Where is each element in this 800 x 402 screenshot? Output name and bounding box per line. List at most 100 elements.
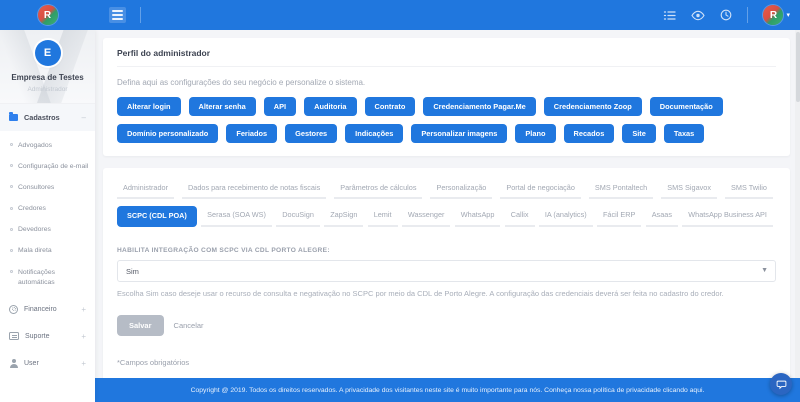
folder-icon [9,114,18,121]
profile-action-button[interactable]: Alterar senha [189,97,256,116]
eye-icon[interactable] [691,10,705,21]
company-name: Empresa de Testes [4,73,91,82]
tabs-row-1: Administrador Dados para recebimento de n… [117,179,776,206]
topbar-divider [747,7,748,23]
sidebar-subitem[interactable]: Devedores [0,220,95,241]
tab-whatsapp-business-api[interactable]: WhatsApp Business API [682,206,773,227]
scpc-select-wrap: Sim ▼ [117,260,776,282]
profile-action-button[interactable]: Domínio personalizado [117,124,218,143]
footer-bar: Copyright @ 2019. Todos os direitos rese… [95,378,800,402]
suporte-monitor-icon [9,332,19,340]
cadastros-submenu: Advogados Configuração de e-mailConsultor… [0,131,95,296]
profile-action-button[interactable]: Personalizar imagens [411,124,507,143]
tab-asaas[interactable]: Asaas [646,206,678,227]
scrollbar-thumb[interactable] [796,32,800,102]
bullet-icon [10,207,13,210]
profile-action-button[interactable]: Feriados [226,124,277,143]
tabs-row-2: SCPC (CDL POA)Serasa (SOA WS)DocuSignZap… [117,206,776,234]
tab-docusign[interactable]: DocuSign [276,206,320,227]
sidebar-subitem[interactable]: Mala direta [0,241,95,262]
sidebar-item-user[interactable]: User + [0,350,95,377]
bullet-icon [10,164,13,167]
top-bar: R R ▾ [0,0,800,30]
profile-action-button[interactable]: API [264,97,296,116]
settings-card: Administrador Dados para recebimento de n… [103,168,790,378]
tab-f-cil-erp[interactable]: Fácil ERP [597,206,641,227]
tab-administrador[interactable]: Administrador [117,179,174,199]
sidebar-item-label: User [24,360,39,367]
hamburger-icon[interactable] [109,7,126,22]
expand-indicator: + [81,359,86,368]
chat-widget-button[interactable] [770,373,792,395]
tab-serasa-soa-ws[interactable]: Serasa (SOA WS) [201,206,272,227]
save-button[interactable]: Salvar [117,315,164,336]
tab-callix[interactable]: Callix [505,206,535,227]
sidebar-item-suporte[interactable]: Suporte + [0,323,95,350]
profile-action-button[interactable]: Documentação [650,97,723,116]
company-avatar: E [35,40,61,66]
profile-action-button[interactable]: Alterar login [117,97,181,116]
tab-sms-twilio[interactable]: SMS Twilio [725,179,773,199]
user-menu[interactable]: R ▾ [763,5,790,25]
sidebar-subitem[interactable]: Advogados [0,135,95,156]
profile-action-button[interactable]: Credenciamento Pagar.Me [423,97,535,116]
sidebar-subitem-label: Devedores [18,225,51,235]
cancel-button[interactable]: Cancelar [174,321,204,330]
brand-logo-icon[interactable]: R [38,5,58,25]
tab-wassenger[interactable]: Wassenger [402,206,451,227]
scpc-enable-select[interactable]: Sim [117,260,776,282]
sidebar-profile: E Empresa de Testes Administrador [0,30,95,104]
profile-action-button[interactable]: Taxas [664,124,704,143]
field-helper-text: Escolha Sim caso deseje usar o recurso d… [117,289,776,298]
collapse-indicator: – [82,113,86,122]
bullet-icon [10,143,13,146]
expand-indicator: + [81,305,86,314]
copyright-text: Copyright @ 2019. Todos os direitos rese… [191,387,705,394]
sidebar-subitem[interactable]: Notificações automáticas [0,262,95,293]
user-icon [9,359,18,368]
tab-sms-sigavox[interactable]: SMS Sigavox [661,179,717,199]
profile-action-button[interactable]: Indicações [345,124,403,143]
tab-personaliza-o[interactable]: Personalização [430,179,492,199]
tasks-icon[interactable] [663,9,676,22]
financeiro-coin-icon [9,305,18,314]
bullet-icon [10,228,13,231]
tab-zapsign[interactable]: ZapSign [324,206,363,227]
tab-lemit[interactable]: Lemit [368,206,398,227]
sidebar-subitem[interactable]: Consultores [0,177,95,198]
sidebar: E Empresa de Testes Administrador Cadast… [0,30,95,402]
profile-action-button[interactable]: Auditoria [304,97,356,116]
profile-action-button[interactable]: Plano [515,124,555,143]
sidebar-item-label: Cadastros [24,113,60,122]
profile-action-button[interactable]: Recados [564,124,615,143]
chat-bubble-icon [776,379,787,390]
sidebar-item-cadastros[interactable]: Cadastros – [0,104,95,131]
sidebar-subitem-label: Advogados [18,141,52,151]
profile-action-button[interactable]: Contrato [365,97,416,116]
profile-action-button[interactable]: Gestores [285,124,337,143]
page-description: Defina aqui as configurações do seu negó… [117,78,776,87]
tab-portal-de-negocia-o[interactable]: Portal de negociação [500,179,581,199]
clock-icon[interactable] [720,9,732,21]
user-avatar: R [763,5,783,25]
profile-action-buttons: Alterar login Alterar senha API Auditoria Co… [117,97,776,143]
tab-whatsapp[interactable]: WhatsApp [455,206,501,227]
tab-ia-analytics[interactable]: IA (analytics) [539,206,593,227]
bullet-icon [10,185,13,188]
required-fields-note: *Campos obrigatórios [117,358,776,367]
scrollbar[interactable] [795,30,800,378]
profile-card: Perfil do administrador Defina aqui as c… [103,38,790,156]
tab-dados-para-recebimento-de-notas-fiscais[interactable]: Dados para recebimento de notas fiscais [182,179,326,199]
tab-scpc-cdl-poa[interactable]: SCPC (CDL POA) [117,206,197,227]
profile-action-button[interactable]: Credenciamento Zoop [544,97,642,116]
sidebar-subitem[interactable]: Configuração de e-mail [0,156,95,177]
tab-par-metros-de-c-lculos[interactable]: Parâmetros de cálculos [334,179,422,199]
sidebar-subitem[interactable]: Credores [0,199,95,220]
profile-action-button[interactable]: Site [622,124,656,143]
form-actions: Salvar Cancelar [117,315,776,336]
tab-sms-pontaltech[interactable]: SMS Pontaltech [589,179,653,199]
bullet-icon [10,270,13,273]
sidebar-subitem-label: Mala direta [18,246,52,256]
sidebar-item-financeiro[interactable]: Financeiro + [0,296,95,323]
field-label: HABILITA INTEGRAÇÃO COM SCPC VIA CDL POR… [117,247,776,254]
